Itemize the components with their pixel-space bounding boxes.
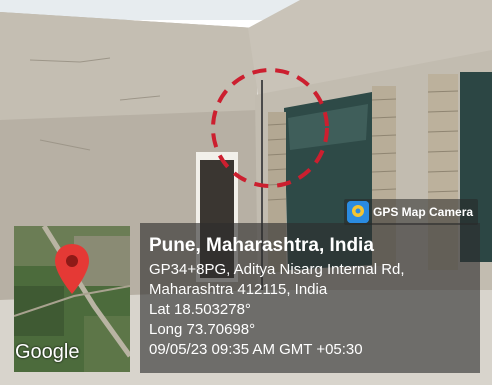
map-thumbnail: Google: [14, 226, 130, 372]
longitude: Long 73.70698°: [149, 321, 256, 338]
address-line-1: GP34+8PG, Aditya Nisarg Internal Rd,: [149, 261, 405, 278]
geotagged-photo: Google GPS Map Camera Pune, Maharashtra,…: [0, 0, 492, 385]
latitude: Lat 18.503278°: [149, 301, 251, 318]
google-logo: Google: [15, 341, 80, 363]
app-badge: GPS Map Camera: [344, 199, 479, 225]
city-title: Pune, Maharashtra, India: [149, 235, 374, 256]
app-name-label: GPS Map Camera: [373, 205, 474, 219]
gps-camera-app-icon: [347, 201, 369, 223]
address-line-2: Maharashtra 412115, India: [149, 281, 328, 298]
timestamp: 09/05/23 09:35 AM GMT +05:30: [149, 341, 363, 358]
map-pin-icon: [55, 244, 89, 294]
location-stamp: Pune, Maharashtra, India GP34+8PG, Adity…: [149, 233, 405, 360]
